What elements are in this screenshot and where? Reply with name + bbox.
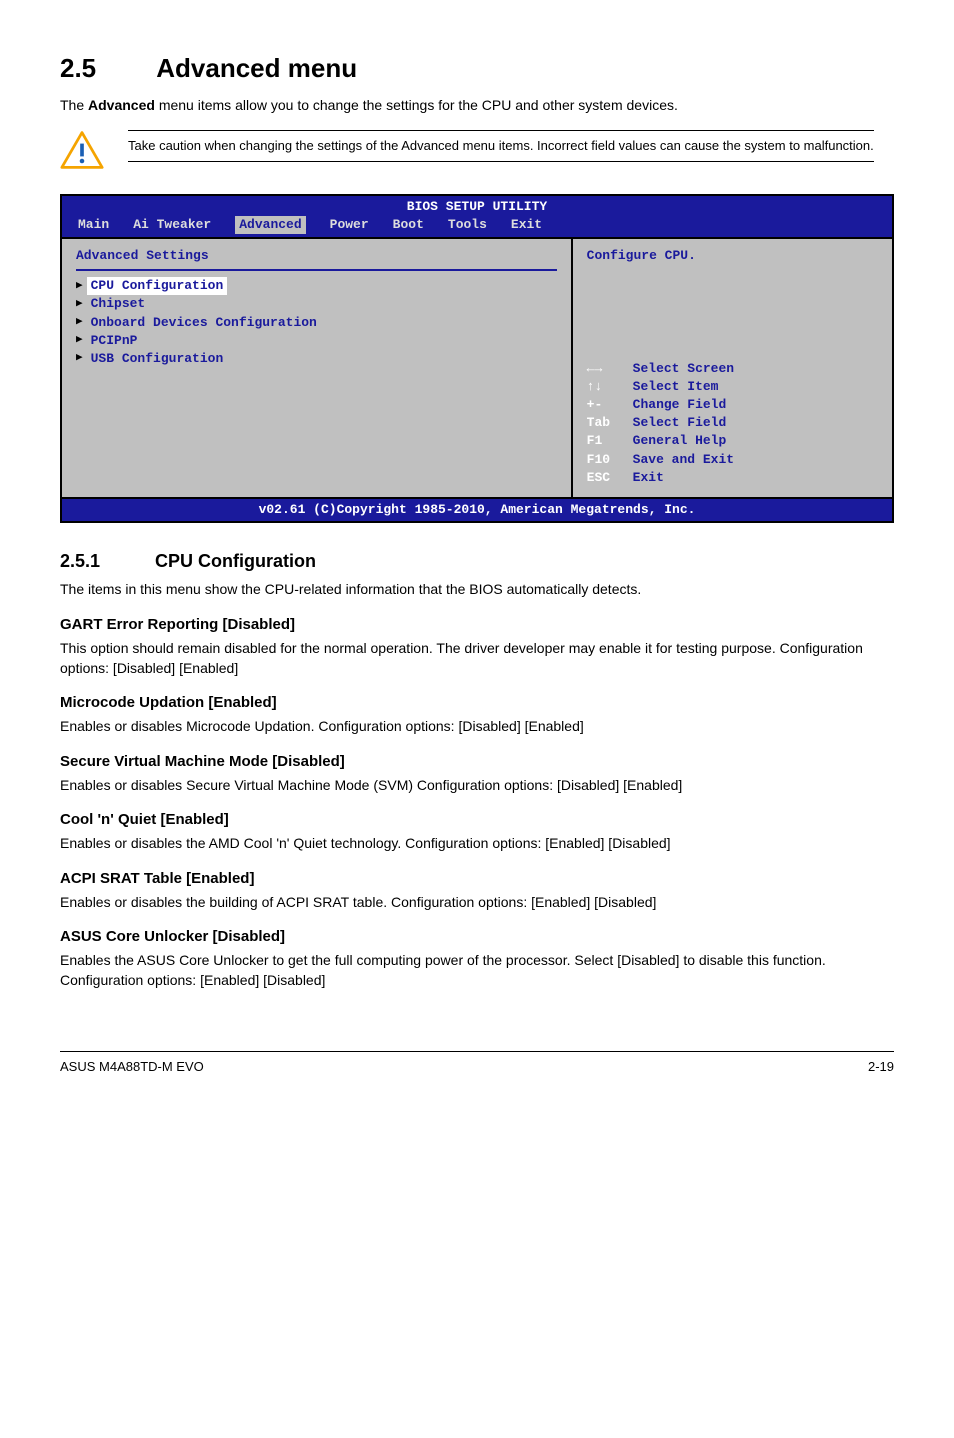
bios-key-desc: Change Field [633,396,727,414]
bios-key-row: Tab Select Field [587,414,878,432]
bios-menu-item-label: Onboard Devices Configuration [91,314,317,332]
bios-window: BIOS SETUP UTILITY Main Ai Tweaker Advance… [60,194,894,524]
bios-tab-advanced[interactable]: Advanced [235,216,305,234]
section-title: 2.5 Advanced menu [60,50,894,86]
section-number: 2.5 [60,50,150,86]
option-heading: Secure Virtual Machine Mode [Disabled] [60,751,894,772]
bios-key-desc: Select Field [633,414,727,432]
footer-product: ASUS M4A88TD-M EVO [60,1058,204,1076]
option-description: Enables or disables Microcode Updation. … [60,717,894,737]
bios-key-symbol: F10 [587,451,621,469]
bios-menu-item[interactable]: ▶ PCIPnP [76,332,557,350]
bios-tab-main[interactable]: Main [78,216,109,234]
option-description: Enables or disables Secure Virtual Machi… [60,776,894,796]
submenu-arrow-icon: ▶ [76,351,83,366]
bios-tab-ai-tweaker[interactable]: Ai Tweaker [133,216,211,234]
bios-menu-item[interactable]: ▶ Onboard Devices Configuration [76,314,557,332]
page-footer: ASUS M4A88TD-M EVO 2-19 [60,1051,894,1076]
option-description: This option should remain disabled for t… [60,639,894,678]
bios-left-heading: Advanced Settings [76,247,557,265]
submenu-arrow-icon: ▶ [76,279,83,294]
bios-key-row: ←→ Select Screen [587,360,878,378]
bios-key-desc: General Help [633,432,727,450]
bios-left-panel: Advanced Settings ▶ CPU Configuration ▶ Chi… [62,239,573,497]
bios-menu-item-label: USB Configuration [91,350,224,368]
bios-footer: v02.61 (C)Copyright 1985-2010, American … [62,497,892,521]
bios-key-desc: Select Item [633,378,719,396]
submenu-arrow-icon: ▶ [76,315,83,330]
bios-menu-item-label: Chipset [91,295,146,313]
option-heading: Cool 'n' Quiet [Enabled] [60,809,894,830]
bios-menu-item-label: CPU Configuration [87,277,228,295]
bios-key-row: F1 General Help [587,432,878,450]
bios-tab-boot[interactable]: Boot [393,216,424,234]
bios-key-symbol: +- [587,396,621,414]
bios-key-row: ESC Exit [587,469,878,487]
bios-menu-item[interactable]: ▶ Chipset [76,295,557,313]
caution-callout: Take caution when changing the settings … [60,130,894,176]
bios-key-row: ↑↓ Select Item [587,378,878,396]
bios-divider [76,269,557,271]
bios-key-legend: ←→ Select Screen ↑↓ Select Item +- Change Fie… [587,360,878,487]
option-heading: ACPI SRAT Table [Enabled] [60,868,894,889]
option-description: Enables the ASUS Core Unlocker to get th… [60,951,894,990]
warning-icon [60,130,104,176]
subsection-number: 2.5.1 [60,549,150,574]
bios-key-symbol: Tab [587,414,621,432]
option-heading: GART Error Reporting [Disabled] [60,614,894,635]
section-text: Advanced menu [156,53,357,83]
bios-tab-tools[interactable]: Tools [448,216,487,234]
bios-right-panel: Configure CPU. ←→ Select Screen ↑↓ Select I… [573,239,892,497]
submenu-arrow-icon: ▶ [76,333,83,348]
bios-key-symbol: ↑↓ [587,378,621,396]
bios-key-desc: Exit [633,469,664,487]
bios-tab-row: Main Ai Tweaker Advanced Power Boot Tools Exit [62,216,892,237]
subsection-intro: The items in this menu show the CPU-rela… [60,580,894,600]
bios-key-row: +- Change Field [587,396,878,414]
option-description: Enables or disables the building of ACPI… [60,893,894,913]
bios-help-text: Configure CPU. [587,247,878,265]
subsection-text: CPU Configuration [155,551,316,571]
option-heading: ASUS Core Unlocker [Disabled] [60,926,894,947]
bios-titlebar: BIOS SETUP UTILITY [62,196,892,216]
bios-menu-item-label: PCIPnP [91,332,138,350]
intro-paragraph: The Advanced menu items allow you to cha… [60,96,894,116]
caution-text: Take caution when changing the settings … [128,130,874,162]
bios-key-symbol: ESC [587,469,621,487]
footer-page-number: 2-19 [868,1058,894,1076]
bios-key-symbol: F1 [587,432,621,450]
subsection-title: 2.5.1 CPU Configuration [60,549,894,574]
bios-tab-power[interactable]: Power [330,216,369,234]
bios-key-symbol: ←→ [587,360,621,378]
bios-key-row: F10 Save and Exit [587,451,878,469]
bios-key-desc: Save and Exit [633,451,734,469]
bios-menu-item[interactable]: ▶ CPU Configuration [76,277,557,295]
bios-menu-item[interactable]: ▶ USB Configuration [76,350,557,368]
bios-key-desc: Select Screen [633,360,734,378]
submenu-arrow-icon: ▶ [76,297,83,312]
option-description: Enables or disables the AMD Cool 'n' Qui… [60,834,894,854]
bios-tab-exit[interactable]: Exit [511,216,542,234]
option-heading: Microcode Updation [Enabled] [60,692,894,713]
